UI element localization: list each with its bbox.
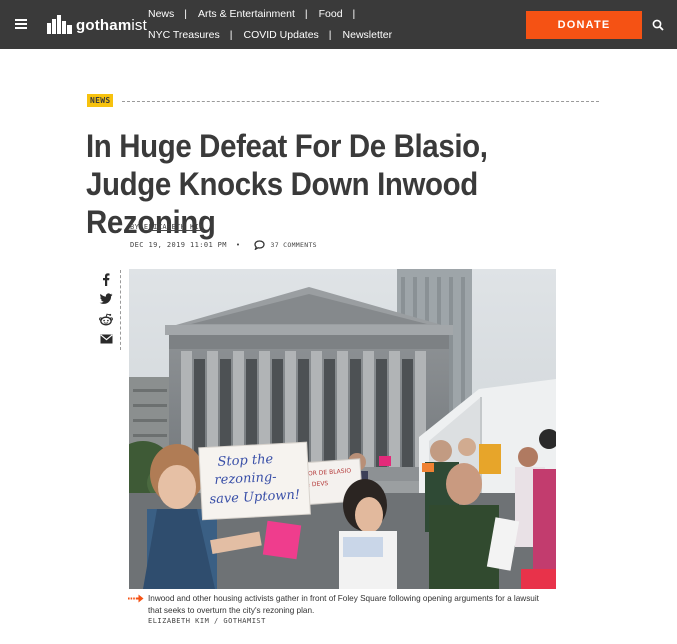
comments-link[interactable]: 37 COMMENTS [271,241,317,249]
photo-caption: Inwood and other housing activists gathe… [148,594,539,615]
reddit-icon[interactable] [99,312,113,326]
category-divider [122,101,599,102]
article-photo[interactable]: FOR DE BLASIO & DEVS Stop the rezoning- … [129,269,556,589]
skyline-logo-icon [47,15,72,34]
donate-button[interactable]: DONATE [526,11,642,39]
nav-item-newsletter[interactable]: Newsletter [343,28,393,42]
email-icon[interactable] [99,332,113,346]
facebook-icon[interactable] [99,272,113,286]
byline-prefix: BY [130,223,140,231]
article-meta: DEC 19, 2019 11:01 PM • 37 COMMENTS [130,240,317,250]
twitter-icon[interactable] [99,292,113,306]
publish-date: DEC 19, 2019 11:01 PM [130,241,227,249]
share-rail [97,270,121,350]
author-link[interactable]: ELIZABETH KIM [144,223,204,231]
nav-item-nyc-treasures[interactable]: NYC Treasures [148,28,244,42]
nav-item-arts-entertainment[interactable]: Arts & Entertainment [198,7,319,21]
nav-item-covid-updates[interactable]: COVID Updates [244,28,343,42]
main-nav: News Arts & Entertainment Food NYC Treas… [148,7,458,42]
search-icon[interactable] [652,19,664,31]
logo-wordmark: gothamist [76,17,147,34]
comment-bubble-icon[interactable] [253,240,265,250]
site-logo[interactable]: gothamist [47,12,147,34]
byline: BY ELIZABETH KIM [130,223,204,231]
sign-text-line-1: Stop the [217,452,274,470]
photo-credit: ELIZABETH KIM / GOTHAMIST [148,617,266,625]
category-tag[interactable]: NEWS [87,94,114,107]
arrow-right-icon [128,594,144,603]
hamburger-icon[interactable] [15,19,27,29]
nav-item-food[interactable]: Food [319,7,367,21]
site-header: gothamist News Arts & Entertainment Food… [0,0,677,49]
protest-photo-illustration: FOR DE BLASIO & DEVS Stop the rezoning- … [129,269,556,589]
meta-separator: • [235,241,241,249]
nav-item-news[interactable]: News [148,7,198,21]
